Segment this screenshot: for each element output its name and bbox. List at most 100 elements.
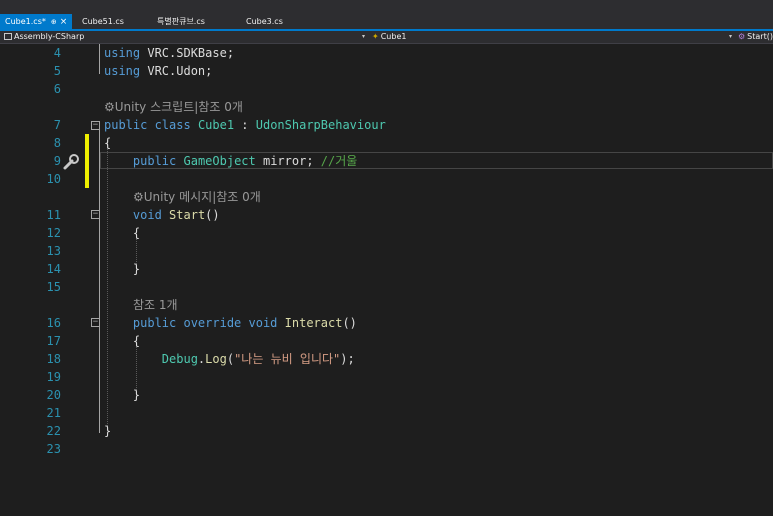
line-number: 6 — [53, 82, 61, 96]
line-number: 18 — [46, 352, 61, 366]
code-text: } — [104, 386, 140, 404]
code-line-23: 23 — [0, 440, 773, 458]
code-text: { — [104, 224, 140, 242]
line-number: 8 — [53, 136, 61, 150]
code-text: } — [104, 260, 140, 278]
line-number: 23 — [46, 442, 61, 456]
code-text: using VRC.Udon; — [104, 62, 212, 80]
type-name: GameObject — [183, 154, 256, 168]
tab-cube3[interactable]: Cube3.cs — [241, 14, 288, 29]
class-dropdown[interactable]: ✦ Cube1 — [372, 31, 406, 43]
line-number: 5 — [53, 64, 61, 78]
code-text: { — [104, 332, 140, 350]
code-line-7: 7 public class Cube1 : UdonSharpBehaviou… — [0, 116, 773, 134]
member-label: Start() — [747, 32, 773, 41]
line-number: 13 — [46, 244, 61, 258]
code-line-6: 6 — [0, 80, 773, 98]
code-token: { — [132, 226, 141, 240]
code-token: } — [132, 388, 141, 402]
code-line-14: 14 } — [0, 260, 773, 278]
project-dropdown[interactable]: Assembly-CSharp — [4, 31, 84, 43]
method-icon: ⚙ — [738, 32, 746, 41]
code-text: void Start() — [104, 206, 220, 224]
code-line-22: 22 } — [0, 422, 773, 440]
line-number: 10 — [46, 172, 61, 186]
type-name: UdonSharpBehaviour — [255, 118, 386, 132]
keyword: void — [132, 208, 162, 222]
code-line-20: 20 } — [0, 386, 773, 404]
code-line-4: 4 using VRC.SDKBase; — [0, 44, 773, 62]
code-line-21: 21 — [0, 404, 773, 422]
code-line-19: 19 — [0, 368, 773, 386]
comment: //거울 — [320, 154, 358, 168]
line-number: 16 — [46, 316, 61, 330]
code-text: using VRC.SDKBase; — [104, 44, 234, 62]
codelens-references[interactable]: 참조 1개 — [133, 296, 178, 314]
code-line-11: 11 void Start() — [0, 206, 773, 224]
tab-label: Cube3.cs — [246, 17, 283, 26]
line-number: 11 — [46, 208, 61, 222]
code-token: } — [132, 262, 141, 276]
code-token: { — [132, 334, 141, 348]
line-number: 22 — [46, 424, 61, 438]
code-line-15: 15 — [0, 278, 773, 296]
keyword: public — [132, 154, 177, 168]
keyword: using — [104, 64, 141, 78]
line-number: 9 — [53, 154, 61, 168]
tab-label: Cube51.cs — [82, 17, 124, 26]
line-number: 15 — [46, 280, 61, 294]
code-text: public GameObject mirror; //거울 — [104, 152, 357, 170]
code-text: public override void Interact() — [104, 314, 357, 332]
code-line-12: 12 { — [0, 224, 773, 242]
method-name: Interact — [284, 316, 343, 330]
codelens-unity-message[interactable]: ⚙Unity 메시지|참조 0개 — [133, 188, 261, 206]
type-name: Debug — [161, 352, 198, 366]
line-number: 21 — [46, 406, 61, 420]
member-dropdown[interactable]: ⚙ Start() — [738, 31, 773, 43]
code-token: : — [234, 118, 256, 132]
code-token: mirror; — [255, 154, 321, 168]
code-line-16: 16 public override void Interact() — [0, 314, 773, 332]
close-icon[interactable]: × — [60, 17, 68, 27]
code-token: () — [342, 316, 357, 330]
line-number: 19 — [46, 370, 61, 384]
keyword: public override void — [132, 316, 278, 330]
class-label: Cube1 — [380, 32, 407, 41]
pin-icon[interactable]: ⊕ — [51, 18, 57, 26]
string-literal: "나는 뉴비 입니다" — [234, 352, 341, 366]
line-number: 17 — [46, 334, 61, 348]
tab-special-cube[interactable]: 특별판큐브.cs — [152, 14, 210, 29]
line-number: 20 — [46, 388, 61, 402]
line-number: 7 — [53, 118, 61, 132]
line-number: 14 — [46, 262, 61, 276]
code-line-18: 18 Debug.Log("나는 뉴비 입니다"); — [0, 350, 773, 368]
class-icon: ✦ — [372, 32, 379, 41]
code-token: ( — [226, 352, 235, 366]
code-token: () — [205, 208, 220, 222]
method-name: Start — [169, 208, 206, 222]
code-text: } — [104, 424, 112, 438]
code-line-10: 10 — [0, 170, 773, 188]
type-name: Cube1 — [197, 118, 235, 132]
code-line-5: 5 using VRC.Udon; — [0, 62, 773, 80]
code-line-8: 8 { — [0, 134, 773, 152]
codelens-unity-script[interactable]: ⚙Unity 스크립트|참조 0개 — [104, 98, 243, 116]
tab-cube51[interactable]: Cube51.cs — [77, 14, 129, 29]
chevron-down-icon[interactable]: ▾ — [362, 31, 365, 43]
csharp-project-icon — [4, 33, 12, 40]
code-text: public class Cube1 : UdonSharpBehaviour — [104, 116, 386, 134]
chevron-down-icon[interactable]: ▾ — [729, 31, 732, 43]
code-text: { — [104, 136, 112, 150]
document-tab-bar: Cube1.cs* ⊕ × Cube51.cs 특별판큐브.cs Cube3.cs — [0, 3, 773, 29]
tab-label: Cube1.cs* — [5, 17, 46, 26]
line-number: 12 — [46, 226, 61, 240]
code-token: VRC.SDKBase; — [140, 46, 235, 60]
method-name: Log — [205, 352, 227, 366]
code-editor[interactable]: − − − 4 using VRC.SDKBase; 5 using VRC.U… — [0, 44, 773, 516]
tab-cube1[interactable]: Cube1.cs* ⊕ × — [0, 14, 73, 29]
tab-label: 특별판큐브.cs — [157, 17, 205, 26]
